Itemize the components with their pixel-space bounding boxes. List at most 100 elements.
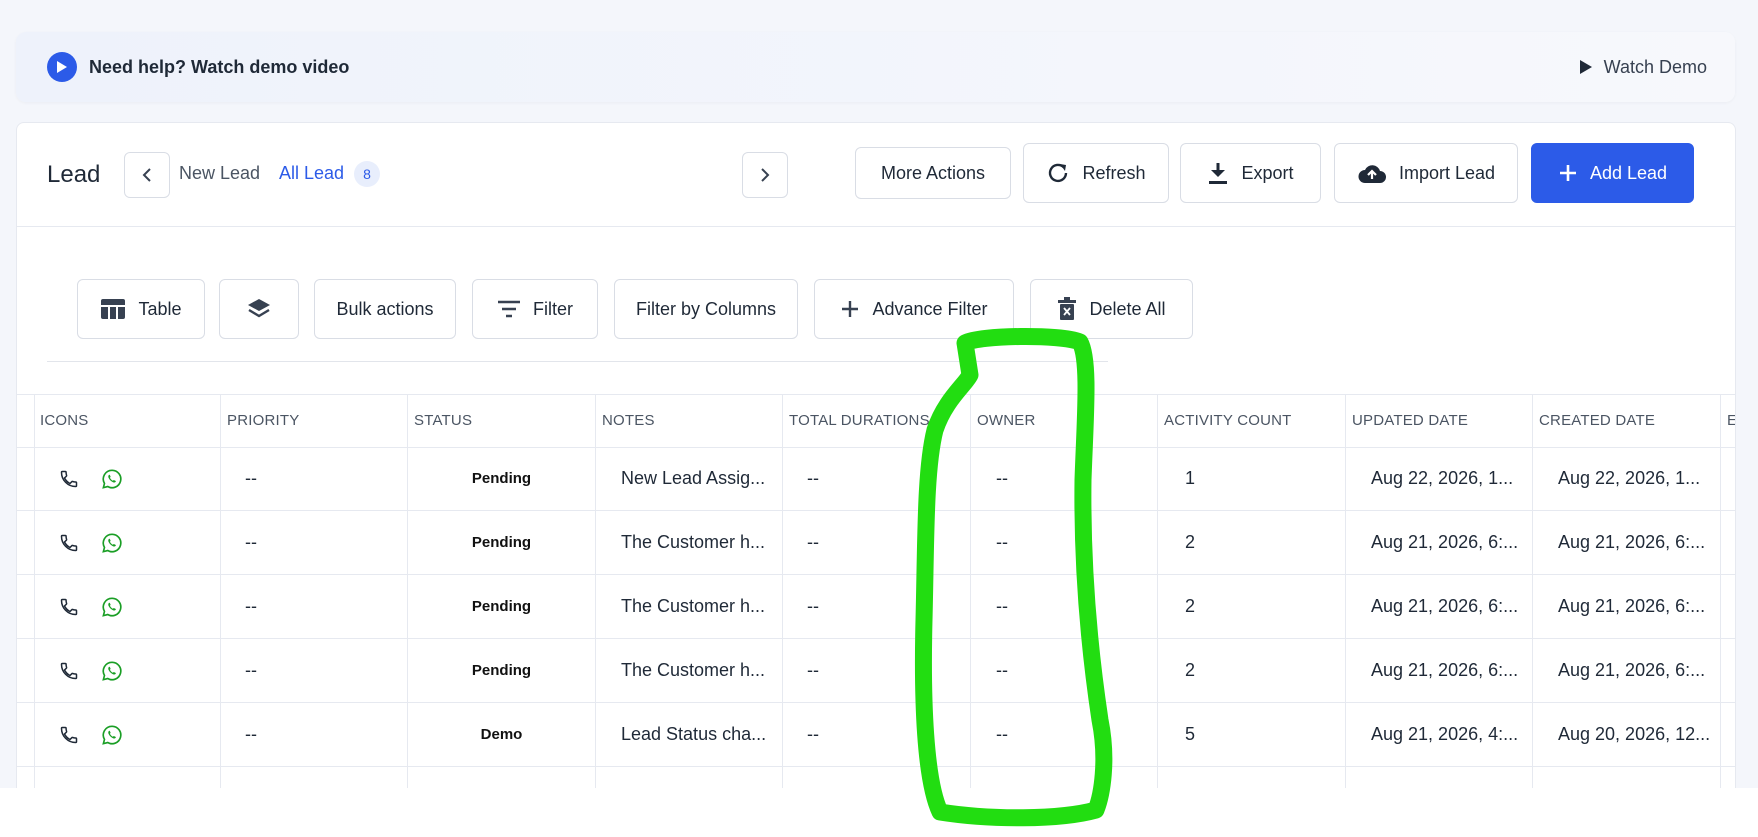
table-row[interactable]: -- Pending The Customer h... -- -- 2 Aug… xyxy=(17,639,1735,703)
download-icon xyxy=(1209,163,1228,184)
filter-button[interactable]: Filter xyxy=(472,279,598,339)
tab-all-lead[interactable]: All Lead xyxy=(279,163,344,184)
tabs-next-button[interactable] xyxy=(742,152,788,198)
table-row[interactable]: -- Demo Lead Status cha... -- -- 5 Aug 2… xyxy=(17,703,1735,767)
play-triangle-icon xyxy=(1579,60,1592,74)
filter-by-columns-button[interactable]: Filter by Columns xyxy=(614,279,798,339)
whatsapp-icon[interactable] xyxy=(101,724,123,746)
help-banner: Need help? Watch demo video Watch Demo xyxy=(16,32,1735,102)
more-actions-label: More Actions xyxy=(880,162,986,183)
row-icons xyxy=(59,447,209,510)
col-created-date-header[interactable]: CREATED DATE xyxy=(1533,395,1719,447)
phone-icon[interactable] xyxy=(59,533,79,553)
col-priority-header[interactable]: PRIORITY xyxy=(221,395,407,447)
table-row[interactable]: -- Pending The Customer h... -- -- 2 Aug… xyxy=(17,511,1735,575)
cloud-upload-icon xyxy=(1358,165,1386,183)
cell-notes: New Lead Assig... xyxy=(621,468,766,488)
table-row[interactable] xyxy=(17,767,1735,788)
refresh-icon xyxy=(1049,163,1068,183)
cell-activity-count: 2 xyxy=(1185,660,1196,680)
col-owner-header[interactable]: OWNER xyxy=(971,395,1157,447)
cell-owner: -- xyxy=(996,468,1008,488)
col-e-header[interactable]: E xyxy=(1721,395,1735,447)
export-button[interactable]: Export xyxy=(1180,143,1321,203)
export-label: Export xyxy=(1241,162,1294,183)
cell-priority: -- xyxy=(245,596,257,616)
cell-status: Pending xyxy=(471,470,532,487)
bulk-actions-button[interactable]: Bulk actions xyxy=(314,279,456,339)
cell-notes: Lead Status cha... xyxy=(621,724,767,744)
col-total-durations-header[interactable]: TOTAL DURATIONS xyxy=(783,395,969,447)
cell-activity-count: 2 xyxy=(1185,532,1196,552)
cell-status: Pending xyxy=(471,534,532,551)
cell-activity-count: 1 xyxy=(1185,468,1196,488)
cell-updated-date: Aug 22, 2026, 1... xyxy=(1371,468,1514,488)
add-lead-button[interactable]: Add Lead xyxy=(1531,143,1694,203)
import-lead-label: Import Lead xyxy=(1398,162,1496,183)
cell-updated-date: Aug 21, 2026, 4:... xyxy=(1371,724,1519,744)
layers-button[interactable] xyxy=(219,279,299,339)
refresh-button[interactable]: Refresh xyxy=(1023,143,1169,203)
cell-priority: -- xyxy=(245,468,257,488)
plus-icon xyxy=(1559,165,1576,181)
delete-all-button[interactable]: Delete All xyxy=(1030,279,1193,339)
cell-status: Pending xyxy=(471,598,532,615)
help-text: Need help? Watch demo video xyxy=(89,56,350,77)
watch-demo-link[interactable]: Watch Demo xyxy=(1579,57,1707,78)
col-activity-count-header[interactable]: ACTIVITY COUNT xyxy=(1158,395,1344,447)
lead-card: Lead New Lead All Lead 8 More Actions Re… xyxy=(16,122,1736,788)
table-row[interactable]: -- Pending New Lead Assig... -- -- 1 Aug… xyxy=(17,447,1735,511)
cell-created-date: Aug 21, 2026, 6:... xyxy=(1558,596,1706,616)
filter-by-columns-label: Filter by Columns xyxy=(635,298,777,319)
whatsapp-icon[interactable] xyxy=(101,788,123,789)
table-row[interactable]: -- Pending The Customer h... -- -- 2 Aug… xyxy=(17,575,1735,639)
col-updated-date-header[interactable]: UPDATED DATE xyxy=(1346,395,1532,447)
row-icons xyxy=(59,767,209,788)
cell-total-durations: -- xyxy=(807,660,819,680)
row-icons xyxy=(59,575,209,638)
all-lead-count-badge: 8 xyxy=(354,161,380,187)
cell-total-durations: -- xyxy=(807,724,819,744)
phone-icon[interactable] xyxy=(59,661,79,681)
play-icon[interactable] xyxy=(47,52,77,82)
cell-status: Pending xyxy=(471,662,532,679)
bulk-actions-label: Bulk actions xyxy=(336,298,434,319)
toolbar-divider xyxy=(47,361,1108,362)
trash-icon xyxy=(1058,297,1077,320)
table-icon xyxy=(101,299,126,319)
col-icons-header[interactable]: ICONS xyxy=(34,395,220,447)
leads-table: ICONS PRIORITY STATUS NOTES TOTAL DURATI… xyxy=(17,394,1735,788)
whatsapp-icon[interactable] xyxy=(101,596,123,618)
whatsapp-icon[interactable] xyxy=(101,468,123,490)
cell-notes: The Customer h... xyxy=(621,532,766,552)
import-lead-button[interactable]: Import Lead xyxy=(1334,143,1518,203)
phone-icon[interactable] xyxy=(59,597,79,617)
more-actions-button[interactable]: More Actions xyxy=(855,147,1011,199)
filter-label: Filter xyxy=(533,298,573,319)
table-view-label: Table xyxy=(138,298,182,319)
app-background: Need help? Watch demo video Watch Demo L… xyxy=(0,0,1758,788)
table-view-button[interactable]: Table xyxy=(77,279,205,339)
cell-priority: -- xyxy=(245,532,257,552)
whatsapp-icon[interactable] xyxy=(101,532,123,554)
advance-filter-label: Advance Filter xyxy=(872,298,988,319)
refresh-label: Refresh xyxy=(1082,162,1146,183)
cell-total-durations: -- xyxy=(807,596,819,616)
phone-icon[interactable] xyxy=(59,725,79,745)
cell-created-date: Aug 21, 2026, 6:... xyxy=(1558,532,1706,552)
phone-icon[interactable] xyxy=(59,469,79,489)
filter-lines-icon xyxy=(498,300,520,318)
plus-icon xyxy=(842,301,859,317)
cell-owner: -- xyxy=(996,660,1008,680)
cell-notes: The Customer h... xyxy=(621,596,766,616)
col-notes-header[interactable]: NOTES xyxy=(596,395,782,447)
tab-new-lead[interactable]: New Lead xyxy=(179,163,260,184)
cell-notes: The Customer h... xyxy=(621,660,766,680)
lead-header: Lead New Lead All Lead 8 More Actions Re… xyxy=(17,123,1735,227)
add-lead-label: Add Lead xyxy=(1589,162,1668,183)
advance-filter-button[interactable]: Advance Filter xyxy=(814,279,1014,339)
whatsapp-icon[interactable] xyxy=(101,660,123,682)
tabs-prev-button[interactable] xyxy=(124,152,170,198)
col-status-header[interactable]: STATUS xyxy=(408,395,594,447)
cell-updated-date: Aug 21, 2026, 6:... xyxy=(1371,532,1519,552)
